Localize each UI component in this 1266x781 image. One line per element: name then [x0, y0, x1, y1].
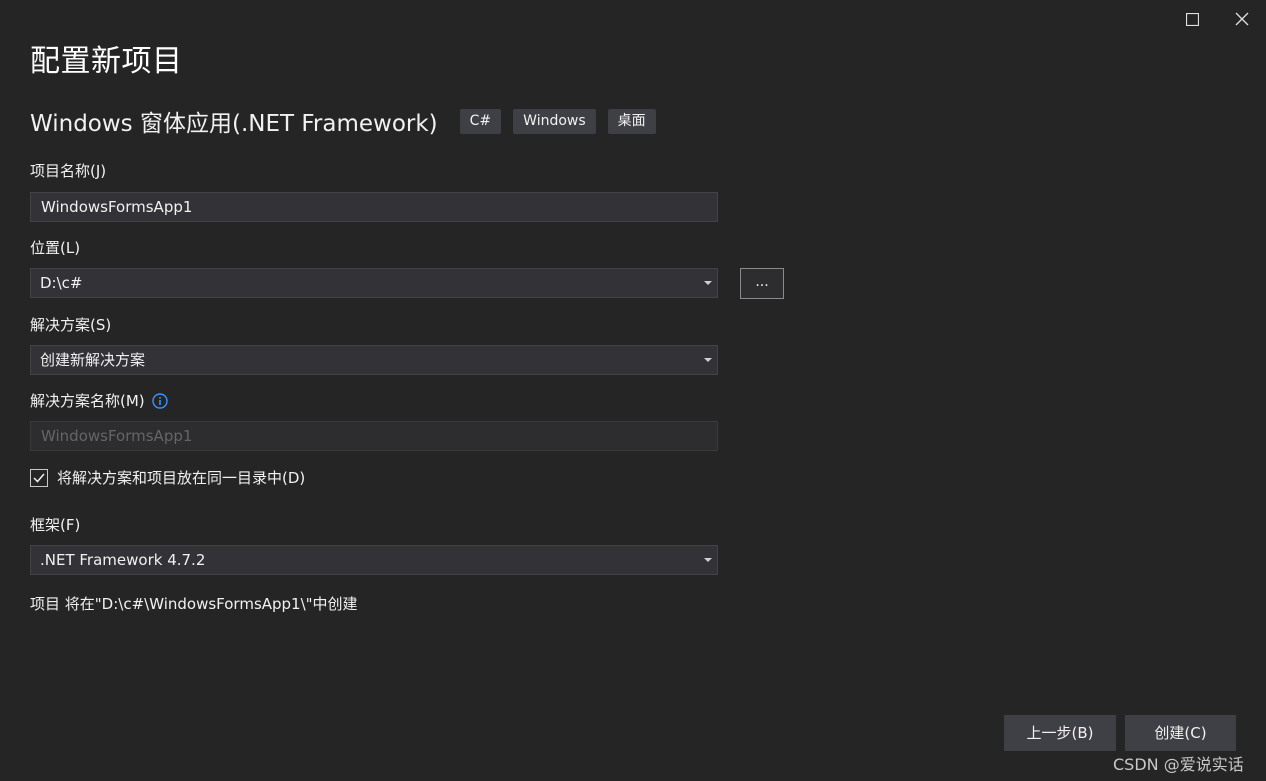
same-directory-checkbox[interactable] — [30, 468, 48, 487]
maximize-icon — [1185, 12, 1199, 26]
chevron-down-icon[interactable] — [704, 358, 712, 362]
same-directory-label: 将解决方案和项目放在同一目录中(D) — [57, 469, 306, 487]
solution-name-input: WindowsFormsApp1 — [30, 421, 718, 451]
project-name-input[interactable]: WindowsFormsApp1 — [30, 192, 718, 222]
page-title: 配置新项目 — [30, 44, 183, 79]
tag-type: 桌面 — [607, 108, 656, 134]
chevron-down-icon[interactable] — [704, 558, 712, 562]
solution-name-label: 解决方案名称(M) — [30, 392, 145, 410]
framework-dropdown[interactable]: .NET Framework 4.7.2 — [30, 545, 718, 575]
location-label: 位置(L) — [30, 239, 81, 257]
create-button[interactable]: 创建(C) — [1125, 715, 1236, 751]
framework-value: .NET Framework 4.7.2 — [40, 551, 206, 569]
maximize-button[interactable] — [1178, 6, 1206, 32]
close-button[interactable] — [1228, 6, 1256, 32]
location-value: D:\c# — [40, 274, 83, 292]
solution-label: 解决方案(S) — [30, 316, 112, 334]
watermark: CSDN @爱说实话 — [1113, 755, 1244, 774]
framework-label: 框架(F) — [30, 516, 81, 534]
close-icon — [1235, 12, 1249, 26]
solution-dropdown[interactable]: 创建新解决方案 — [30, 345, 718, 375]
location-combobox[interactable]: D:\c# — [30, 268, 718, 298]
chevron-down-icon[interactable] — [704, 281, 712, 285]
tag-platform: Windows — [513, 108, 596, 134]
info-icon[interactable] — [151, 392, 168, 409]
tag-language: C# — [459, 108, 502, 134]
template-name: Windows 窗体应用(.NET Framework) — [30, 111, 438, 137]
project-name-label: 项目名称(J) — [30, 162, 107, 180]
back-button[interactable]: 上一步(B) — [1004, 715, 1116, 751]
solution-name-label-row: 解决方案名称(M) — [30, 390, 168, 411]
checkmark-icon — [33, 473, 45, 483]
same-directory-option[interactable]: 将解决方案和项目放在同一目录中(D) — [30, 467, 305, 488]
create-path-text: 项目 将在"D:\c#\WindowsFormsApp1\"中创建 — [30, 595, 358, 613]
browse-button[interactable]: ... — [740, 268, 784, 299]
solution-value: 创建新解决方案 — [40, 351, 146, 369]
template-header: Windows 窗体应用(.NET Framework) C# Windows … — [30, 104, 668, 138]
